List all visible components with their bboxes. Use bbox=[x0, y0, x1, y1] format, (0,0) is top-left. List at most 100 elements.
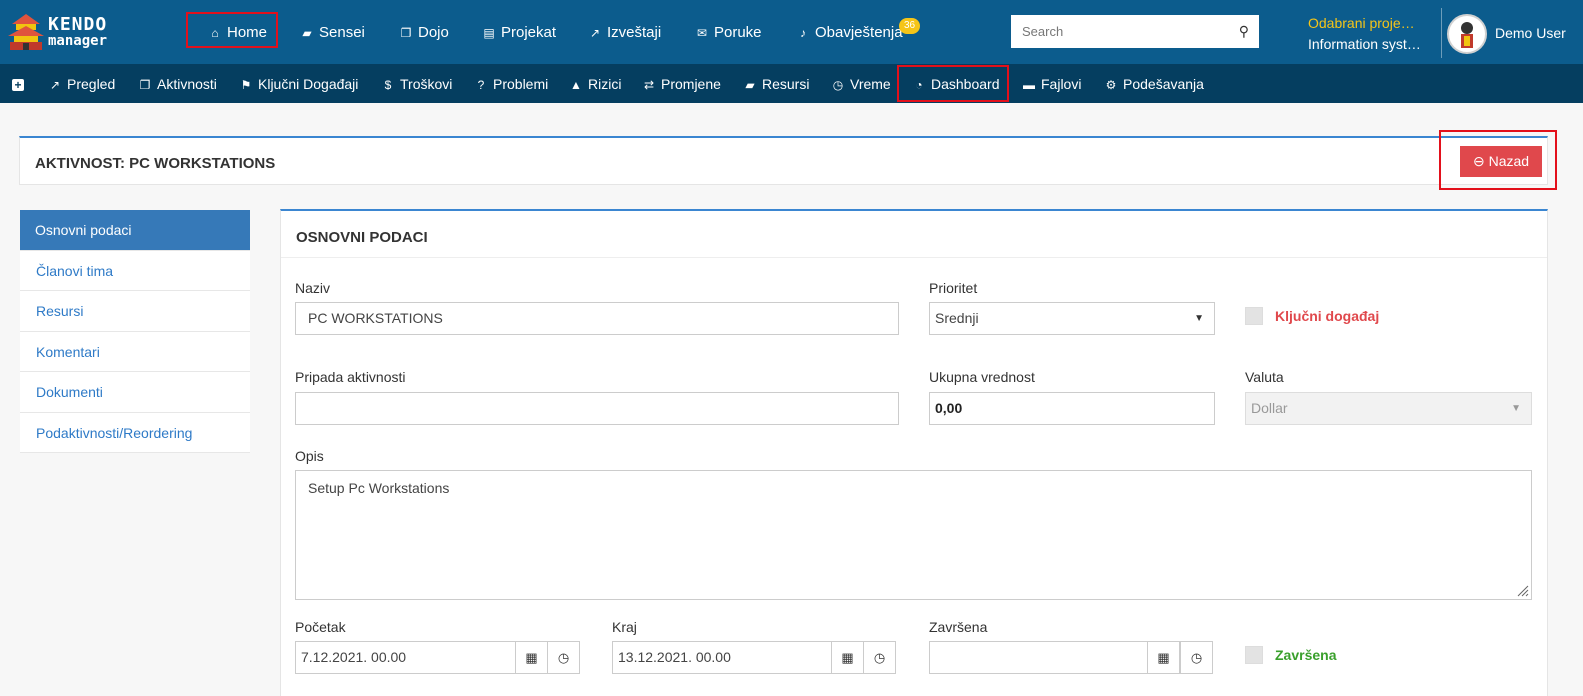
valuta-selected-value: Dollar bbox=[1251, 400, 1288, 416]
avatar[interactable] bbox=[1447, 14, 1487, 54]
sidebar-item-clanovi-tima[interactable]: Članovi tima bbox=[20, 250, 250, 291]
warning-icon: ▲ bbox=[570, 78, 582, 92]
selected-project-name[interactable]: Information syst… bbox=[1308, 36, 1421, 52]
clone-icon: ❐ bbox=[400, 26, 412, 40]
kendo-manager-logo[interactable]: KENDO manager bbox=[6, 12, 118, 52]
resize-handle-icon[interactable] bbox=[1517, 585, 1529, 597]
sidebar-item-komentari[interactable]: Komentari bbox=[20, 331, 250, 372]
opis-text: Setup Pc Workstations bbox=[308, 480, 450, 496]
nav-dojo[interactable]: ❐ Dojo bbox=[399, 22, 449, 44]
subnav-vreme[interactable]: ◷ Vreme bbox=[831, 74, 891, 94]
search-input[interactable] bbox=[1011, 15, 1221, 48]
subnav-resursi[interactable]: ▰ Resursi bbox=[743, 74, 809, 94]
exchange-icon: ⇄ bbox=[643, 78, 655, 92]
kljucni-dogadjaj-label: Ključni događaj bbox=[1275, 308, 1380, 324]
search-icon[interactable]: ⚲ bbox=[1239, 23, 1249, 40]
pocetak-calendar-button[interactable]: ▦ bbox=[515, 641, 548, 674]
sidebar-item-dokumenti[interactable]: Dokumenti bbox=[20, 372, 250, 413]
prioritet-select[interactable]: Srednji ▼ bbox=[929, 302, 1215, 335]
kraj-time-button[interactable]: ◷ bbox=[863, 641, 896, 674]
valuta-select: Dollar ▼ bbox=[1245, 392, 1532, 425]
back-button[interactable]: ⊖ Nazad bbox=[1460, 146, 1542, 177]
dashboard-icon: ◔ bbox=[915, 78, 923, 92]
clock-icon: ◷ bbox=[873, 650, 886, 665]
nav-obavjestenja[interactable]: ♪ Obavještenja bbox=[796, 22, 903, 44]
calendar-icon: ▦ bbox=[841, 650, 854, 665]
nav-izvestaji[interactable]: ↗ Izveštaji bbox=[588, 22, 661, 44]
user-avatar-icon bbox=[1461, 22, 1473, 48]
briefcase-icon: ▰ bbox=[302, 26, 312, 40]
arrow-circle-left-icon: ⊖ bbox=[1472, 153, 1485, 169]
sidebar-item-osnovni-podaci[interactable]: Osnovni podaci bbox=[20, 210, 250, 251]
subnav-aktivnosti[interactable]: ❐ Aktivnosti bbox=[138, 74, 217, 94]
calendar-icon: ▦ bbox=[525, 650, 538, 665]
subnav-pregled[interactable]: ↗ Pregled bbox=[48, 74, 115, 94]
pripada-label: Pripada aktivnosti bbox=[295, 369, 406, 385]
clock-icon: ◷ bbox=[832, 78, 844, 92]
plus-square-icon: + bbox=[12, 79, 24, 91]
clock-icon: ◷ bbox=[557, 650, 570, 665]
subnav-podesavanja[interactable]: ⚙ Podešavanja bbox=[1104, 74, 1204, 94]
zavrsena-checkbox-label: Završena bbox=[1275, 647, 1337, 663]
subnav-fajlovi[interactable]: ▬ Fajlovi bbox=[1022, 74, 1081, 94]
kraj-input[interactable]: 13.12.2021. 00.00 bbox=[612, 641, 833, 674]
prioritet-label: Prioritet bbox=[929, 280, 978, 296]
zavrsena-checkbox[interactable] bbox=[1245, 646, 1263, 664]
top-navbar: KENDO manager ⌂ Home ▰ Sensei ❐ Dojo ▤ Proje… bbox=[0, 0, 1583, 64]
panel-divider bbox=[281, 257, 1547, 258]
sidebar-item-resursi[interactable]: Resursi bbox=[20, 291, 250, 332]
page-title: AKTIVNOST: PC WORKSTATIONS bbox=[35, 155, 276, 172]
notifications-badge: 36 bbox=[899, 18, 921, 34]
logo-text-kendo: KENDO bbox=[48, 14, 108, 35]
home-icon: ⌂ bbox=[211, 26, 219, 40]
subnav-dashboard[interactable]: ◔ Dashboard bbox=[912, 74, 999, 94]
basic-data-panel: OSNOVNI PODACI bbox=[280, 209, 1548, 696]
nav-sensei[interactable]: ▰ Sensei bbox=[300, 22, 365, 44]
ukupna-vrednost-input[interactable]: 0,00 bbox=[929, 392, 1215, 425]
zavrsena-time-button[interactable]: ◷ bbox=[1180, 641, 1213, 674]
subnav-problemi[interactable]: ? Problemi bbox=[474, 74, 549, 94]
subnav-troskovi[interactable]: $ Troškovi bbox=[381, 74, 453, 94]
flag-icon: ⚑ bbox=[240, 78, 252, 92]
zavrsena-input[interactable] bbox=[929, 641, 1149, 674]
search-box: ⚲ bbox=[1011, 15, 1259, 48]
nav-home[interactable]: ⌂ Home bbox=[208, 22, 267, 44]
kraj-calendar-button[interactable]: ▦ bbox=[831, 641, 864, 674]
subnav-promjene[interactable]: ⇄ Promjene bbox=[642, 74, 721, 94]
opis-textarea[interactable]: Setup Pc Workstations bbox=[295, 470, 1532, 600]
kljucni-dogadjaj-checkbox[interactable] bbox=[1245, 307, 1263, 325]
kraj-label: Kraj bbox=[612, 619, 637, 635]
selected-project-label[interactable]: Odabrani proje… bbox=[1308, 15, 1415, 31]
zavrsena-label: Završena bbox=[929, 619, 988, 635]
pocetak-time-button[interactable]: ◷ bbox=[547, 641, 580, 674]
folder-icon: ▬ bbox=[1023, 78, 1035, 92]
envelope-icon: ✉ bbox=[696, 26, 708, 40]
zavrsena-calendar-button[interactable]: ▦ bbox=[1147, 641, 1180, 674]
suitcase-icon: ▰ bbox=[745, 78, 755, 92]
area-chart-icon: ↗ bbox=[49, 78, 61, 92]
sidebar-item-podaktivnosti[interactable]: Podaktivnosti/Reordering bbox=[20, 412, 250, 453]
nav-poruke[interactable]: ✉ Poruke bbox=[695, 22, 762, 44]
clock-icon: ◷ bbox=[1190, 650, 1203, 665]
cogs-icon: ⚙ bbox=[1105, 78, 1117, 92]
user-name[interactable]: Demo User bbox=[1495, 25, 1566, 41]
nav-projekat[interactable]: ▤ Projekat bbox=[482, 22, 556, 44]
copy-icon: ❐ bbox=[139, 78, 151, 92]
subnav-rizici[interactable]: ▲ Rizici bbox=[569, 74, 621, 94]
pripada-input[interactable] bbox=[295, 392, 899, 425]
subnav-add[interactable]: + bbox=[12, 74, 29, 94]
logo-text-manager: manager bbox=[48, 33, 108, 49]
valuta-label: Valuta bbox=[1245, 369, 1284, 385]
pocetak-input[interactable]: 7.12.2021. 00.00 bbox=[295, 641, 516, 674]
naziv-input[interactable]: PC WORKSTATIONS bbox=[295, 302, 899, 335]
activity-header-panel: AKTIVNOST: PC WORKSTATIONS bbox=[19, 136, 1548, 185]
navbar-divider bbox=[1441, 8, 1442, 58]
dollar-icon: $ bbox=[384, 78, 392, 92]
caret-down-icon: ▼ bbox=[1194, 313, 1204, 324]
activity-sidebar: Osnovni podaci Članovi tima Resursi Kome… bbox=[20, 210, 250, 453]
opis-label: Opis bbox=[295, 448, 324, 464]
subnav-kljucni-dogadjaji[interactable]: ⚑ Ključni Događaji bbox=[239, 74, 359, 94]
question-circle-icon: ? bbox=[477, 78, 485, 92]
document-icon: ▤ bbox=[483, 26, 495, 40]
calendar-icon: ▦ bbox=[1157, 650, 1170, 665]
